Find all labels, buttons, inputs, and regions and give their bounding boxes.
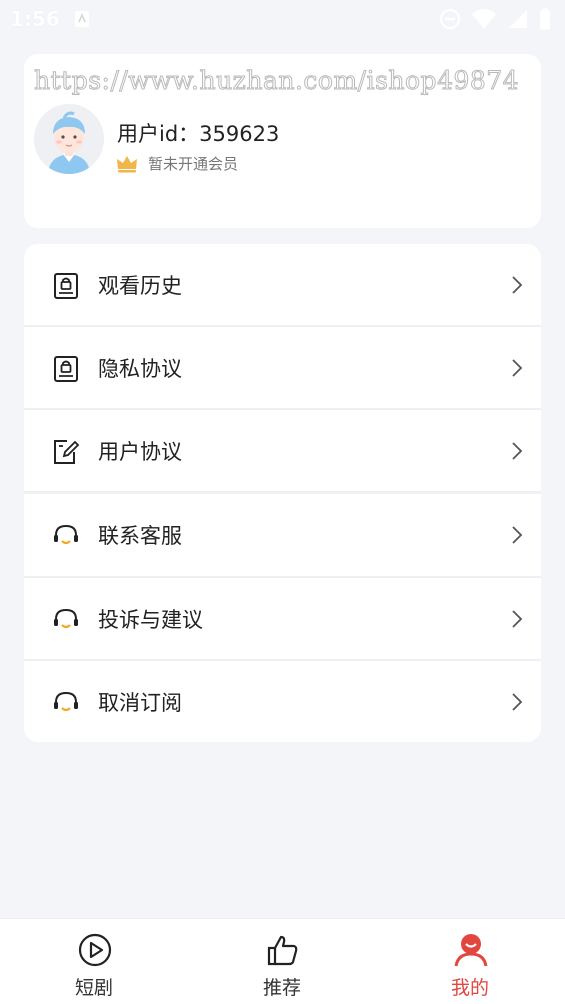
status-right [439, 8, 551, 30]
menu-item-label: 用户协议 [98, 440, 182, 464]
chevron-right-icon [512, 442, 523, 460]
user-avatar-icon [34, 104, 104, 174]
lock-book-icon [54, 273, 78, 299]
do-not-disturb-icon [440, 9, 460, 29]
menu-item-cancel-subscription[interactable]: 取消订阅 [24, 661, 541, 742]
watermark-text: https://www.huzhan.com/ishop49874 [33, 66, 520, 96]
lock-book-icon [54, 356, 78, 382]
thumbs-up-icon [267, 935, 298, 966]
menu-item-privacy-policy[interactable]: 隐私协议 [24, 327, 541, 409]
chevron-right-icon [512, 276, 523, 294]
vip-status-text: 暂未开通会员 [148, 155, 239, 173]
menu-item-contact-support[interactable]: 联系客服 [24, 494, 541, 576]
profile-smile-icon [454, 934, 488, 967]
wifi-icon [472, 9, 496, 29]
play-circle-icon [78, 933, 112, 967]
status-bar: 1:56 [0, 0, 565, 38]
menu-item-feedback[interactable]: 投诉与建议 [24, 578, 541, 660]
headset-icon [54, 691, 78, 712]
nav-tab-label: 推荐 [262, 977, 301, 999]
status-time: 1:56 [10, 7, 60, 31]
nav-tab-mine[interactable]: 我的 [410, 919, 530, 1004]
android-notification-icon [74, 11, 89, 27]
headset-icon [54, 608, 78, 629]
bottom-nav: 短剧 推荐 我的 [0, 918, 565, 1004]
vip-status-row: 暂未开通会员 [116, 153, 238, 174]
profile-card: https://www.huzhan.com/ishop49874 用户id：3… [24, 54, 541, 228]
nav-tab-recommend[interactable]: 推荐 [222, 919, 342, 1004]
chevron-right-icon [512, 693, 523, 711]
chevron-right-icon [512, 610, 523, 628]
edit-document-icon [54, 440, 80, 464]
battery-icon [540, 8, 550, 30]
menu-card: 观看历史 隐私协议 用户协议 联系客服 投诉与建议 取消订阅 [24, 244, 541, 742]
menu-item-label: 隐私协议 [98, 357, 182, 381]
chevron-right-icon [512, 526, 523, 544]
status-left: 1:56 [10, 7, 90, 31]
avatar[interactable] [34, 104, 104, 174]
signal-icon [509, 10, 527, 28]
chevron-right-icon [512, 359, 523, 377]
nav-tab-label: 我的 [450, 977, 489, 999]
menu-item-label: 联系客服 [98, 524, 182, 548]
nav-tab-label: 短剧 [74, 977, 113, 999]
user-id-text: 用户id：359623 [117, 122, 280, 146]
menu-item-label: 取消订阅 [98, 691, 182, 715]
crown-icon [117, 155, 137, 172]
menu-item-label: 投诉与建议 [98, 608, 203, 632]
menu-item-user-agreement[interactable]: 用户协议 [24, 410, 541, 492]
menu-item-watch-history[interactable]: 观看历史 [24, 244, 541, 326]
headset-icon [54, 524, 78, 545]
nav-tab-short-drama[interactable]: 短剧 [34, 919, 154, 1004]
menu-item-label: 观看历史 [98, 274, 182, 298]
